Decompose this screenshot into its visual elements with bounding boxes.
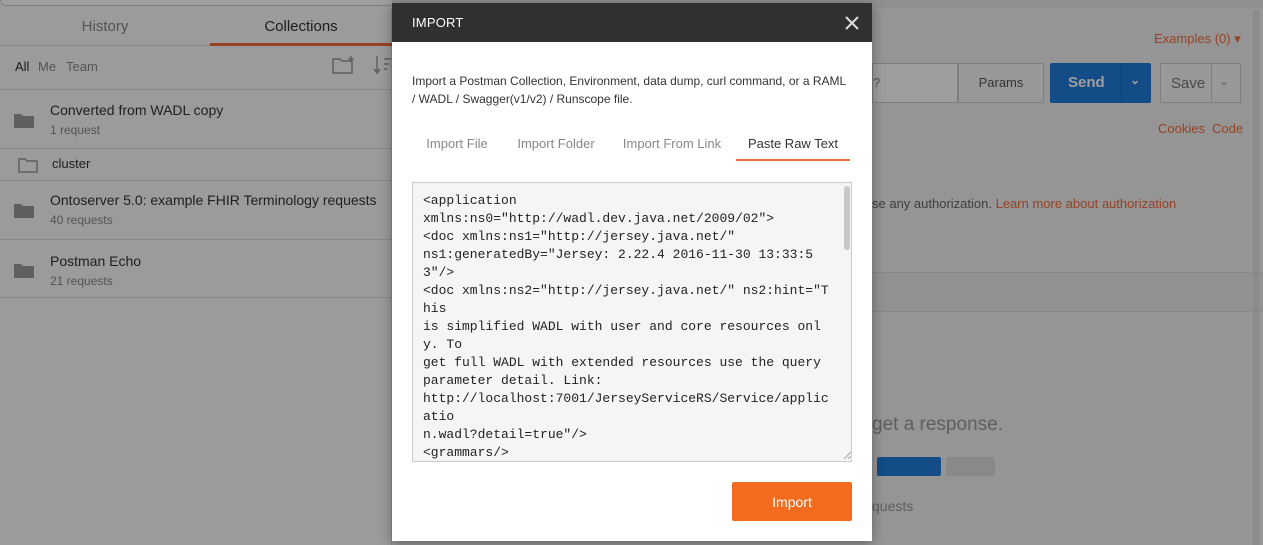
import-tabs: Import File Import Folder Import From Li… [412, 129, 852, 161]
close-icon[interactable] [842, 13, 862, 33]
import-button[interactable]: Import [732, 482, 852, 521]
modal-title: IMPORT [412, 15, 464, 30]
resize-handle-icon[interactable] [841, 449, 852, 460]
raw-text-input[interactable]: <application xmlns:ns0="http://wadl.dev.… [413, 183, 841, 461]
tab-import-folder[interactable]: Import Folder [509, 129, 603, 161]
modal-header: IMPORT [392, 3, 872, 42]
import-modal: IMPORT Import a Postman Collection, Envi… [392, 3, 872, 541]
tab-import-file[interactable]: Import File [412, 129, 502, 161]
import-description: Import a Postman Collection, Environment… [412, 74, 846, 106]
tab-import-from-link[interactable]: Import From Link [610, 129, 734, 161]
textarea-scrollbar[interactable] [842, 183, 851, 461]
raw-text-container: <application xmlns:ns0="http://wadl.dev.… [412, 182, 852, 462]
tab-paste-raw-text[interactable]: Paste Raw Text [736, 129, 850, 161]
scrollbar-thumb[interactable] [844, 186, 850, 250]
